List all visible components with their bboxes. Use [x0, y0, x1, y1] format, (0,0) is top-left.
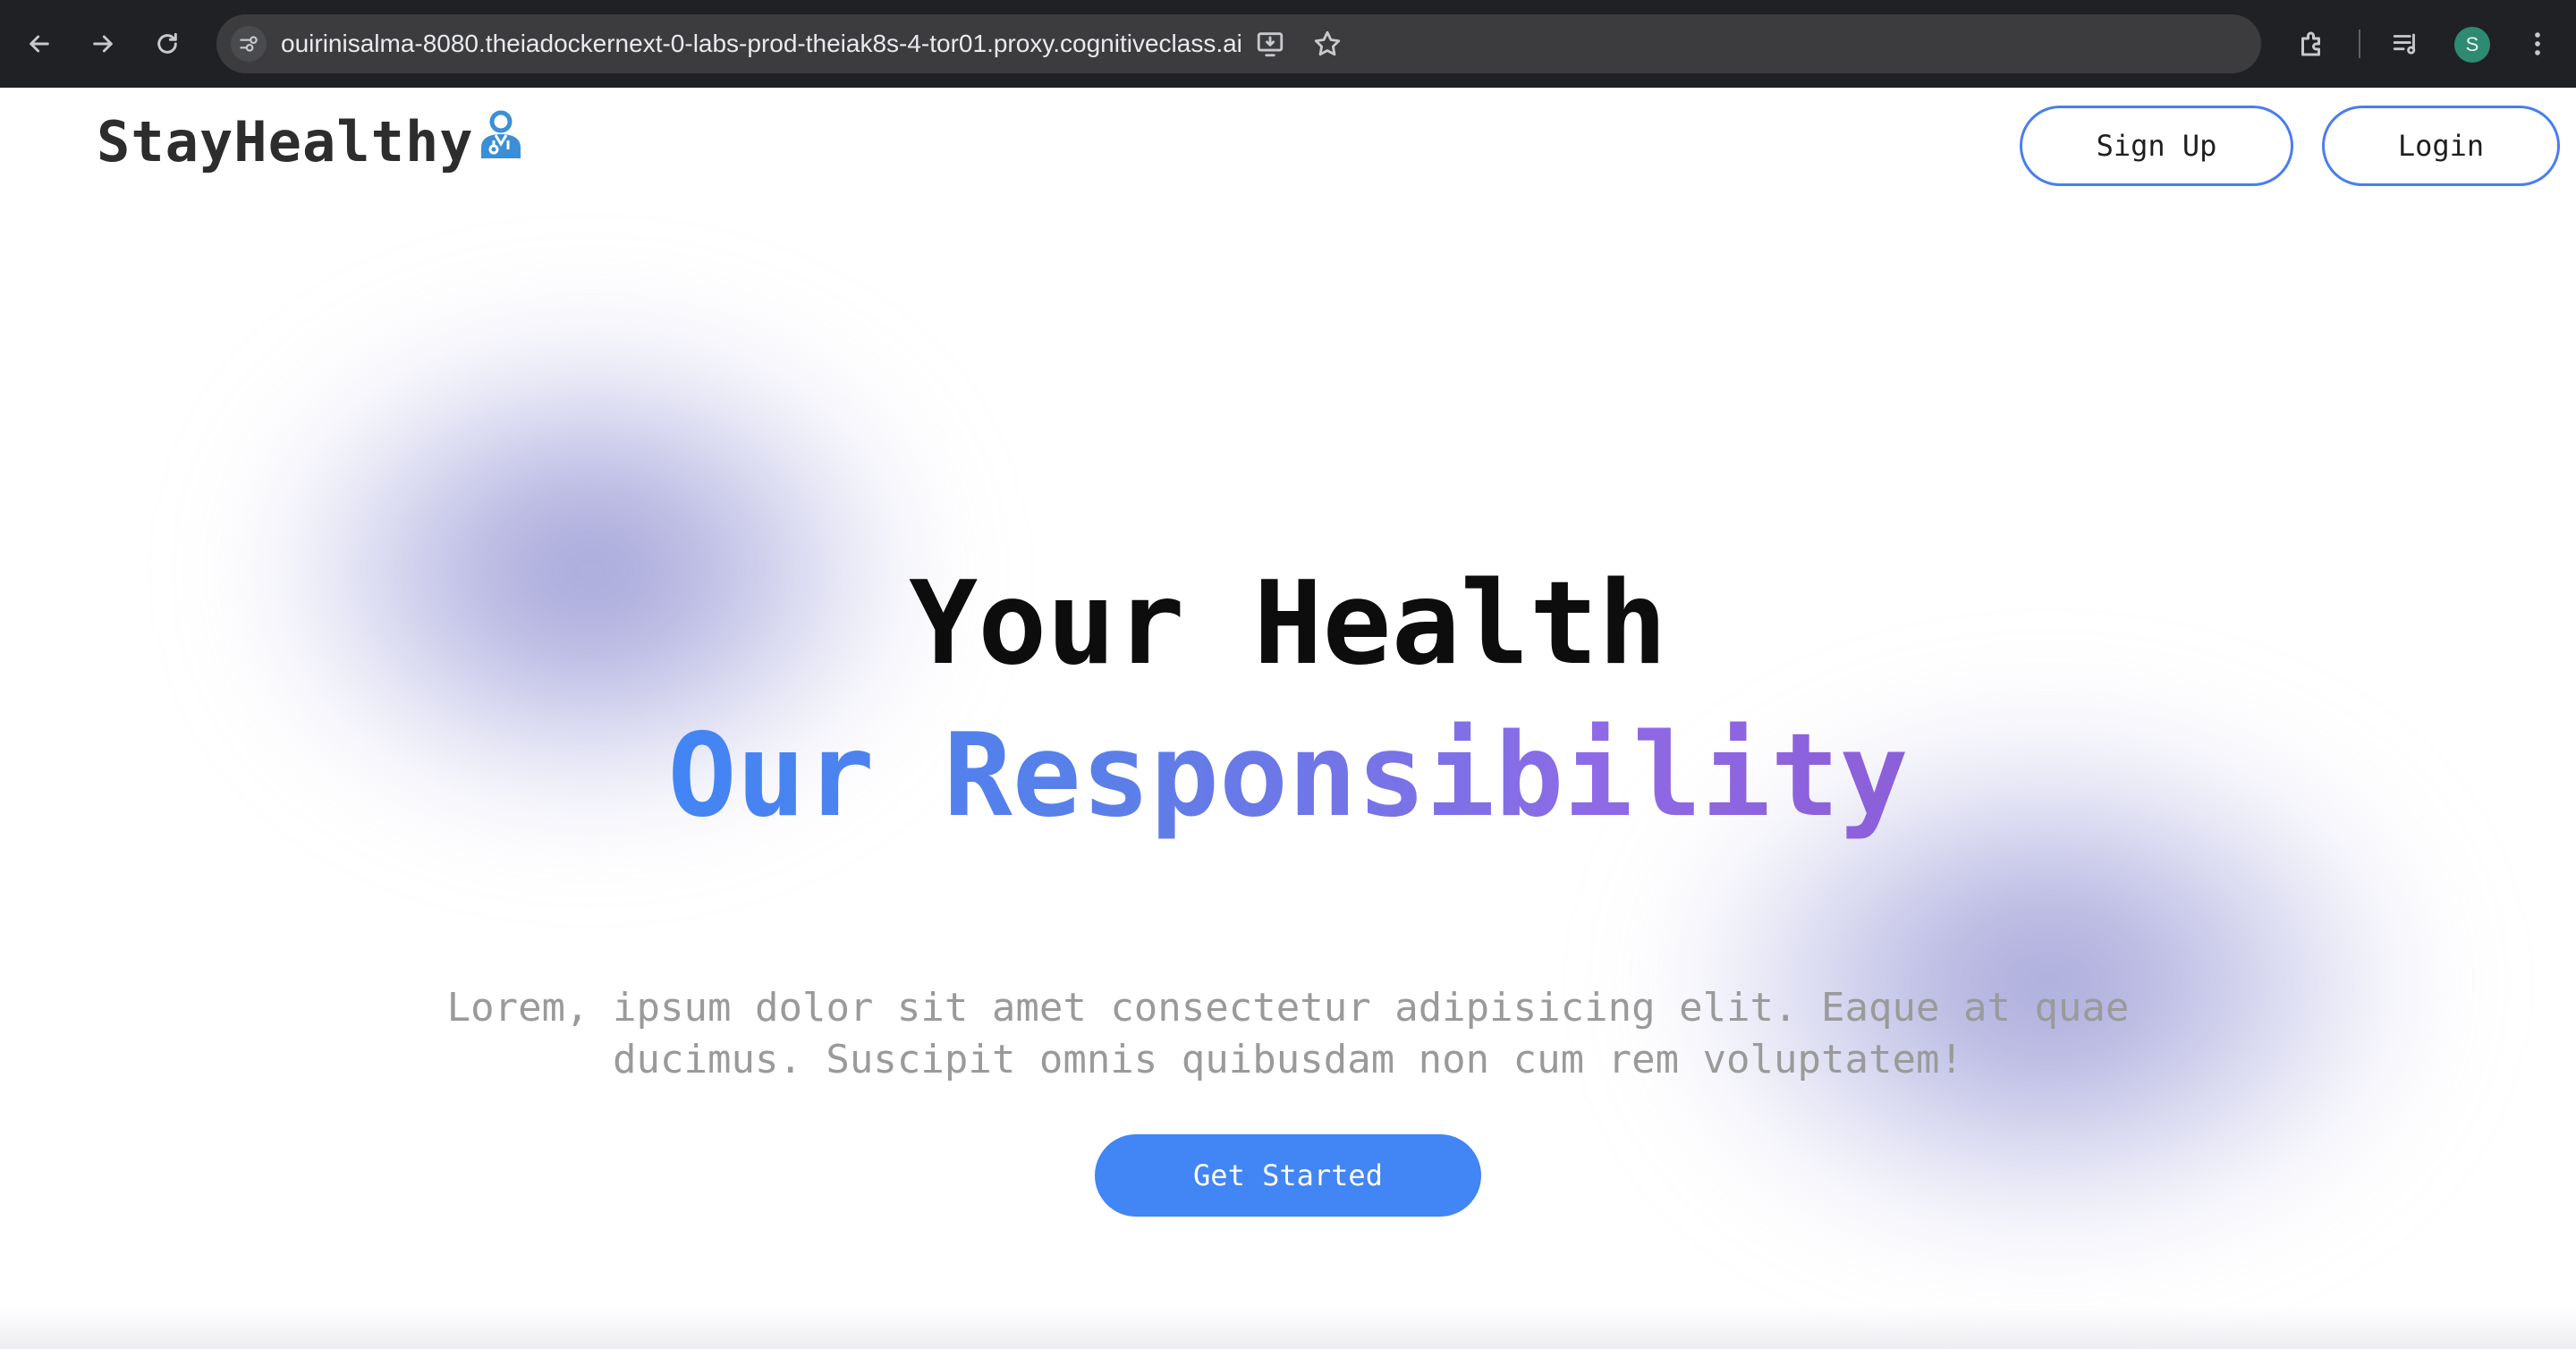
menu-icon[interactable] — [2518, 24, 2557, 64]
address-bar[interactable]: ouirinisalma-8080.theiadockernext-0-labs… — [216, 14, 2261, 73]
profile-avatar[interactable]: S — [2454, 27, 2490, 63]
hero-title: Your Health — [909, 557, 1667, 691]
logo-text: StayHealthy — [97, 108, 474, 174]
forward-icon[interactable] — [83, 24, 123, 64]
doctor-icon — [480, 110, 521, 158]
back-icon[interactable] — [20, 24, 59, 64]
hero-subtitle: Our Responsibility — [0, 705, 2576, 848]
page-viewport: StayHealthy Sign Up Login Your Health Ou… — [0, 88, 2576, 1349]
hero-description-line: ducimus. Suscipit omnis quibusdam non cu… — [613, 1037, 1963, 1082]
hero-description: Lorem, ipsum dolor sit amet consectetur … — [394, 982, 2182, 1086]
login-button[interactable]: Login — [2322, 106, 2560, 186]
sign-up-button[interactable]: Sign Up — [2020, 106, 2293, 186]
media-controls-icon[interactable] — [2386, 24, 2426, 64]
toolbar-divider — [2359, 30, 2360, 58]
reload-icon[interactable] — [148, 24, 187, 64]
extensions-icon[interactable] — [2292, 24, 2332, 64]
hero-description-line: Lorem, ipsum dolor sit amet consectetur … — [446, 985, 2130, 1031]
bookmark-star-icon[interactable] — [1309, 26, 1345, 62]
install-app-icon[interactable] — [1252, 26, 1288, 62]
hero-subtitle-text: Our Responsibility — [667, 709, 1909, 843]
browser-toolbar: ouirinisalma-8080.theiadockernext-0-labs… — [0, 0, 2576, 88]
site-logo[interactable]: StayHealthy — [97, 106, 526, 177]
url-text[interactable]: ouirinisalma-8080.theiadockernext-0-labs… — [281, 14, 1242, 73]
section-divider — [0, 1304, 2576, 1349]
get-started-button[interactable]: Get Started — [1095, 1134, 1481, 1217]
site-info-icon[interactable] — [231, 26, 267, 62]
